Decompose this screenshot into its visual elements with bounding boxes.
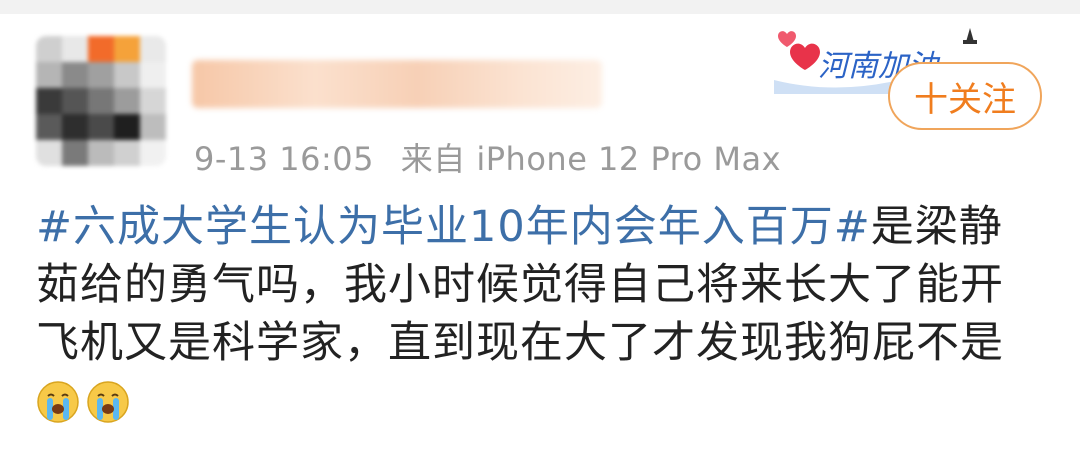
crying-face-icon — [37, 381, 79, 423]
avatar[interactable] — [36, 36, 166, 166]
top-strip — [0, 0, 1080, 14]
post-line-2: 茹给的勇气吗，我小时候觉得自己将来长大了能开 — [36, 260, 1004, 310]
post-line-1-text: 是梁静 — [870, 202, 1003, 252]
crying-face-icon — [87, 381, 129, 423]
follow-button[interactable]: 十关注 — [888, 62, 1042, 130]
post-line-1: #六成大学生认为毕业10年内会年入百万#是梁静 — [36, 198, 1046, 256]
post-line-3: 飞机又是科学家，直到现在大了才发现我狗屁不是 — [36, 318, 1004, 368]
post-body: #六成大学生认为毕业10年内会年入百万#是梁静 茹给的勇气吗，我小时候觉得自己将… — [36, 198, 1046, 424]
post-time: 9-13 16:05 — [194, 140, 375, 178]
post-meta: 9-13 16:05 来自 iPhone 12 Pro Max — [194, 134, 781, 180]
hashtag-link[interactable]: #六成大学生认为毕业10年内会年入百万# — [36, 202, 871, 252]
post-source: 来自 iPhone 12 Pro Max — [400, 140, 782, 178]
username-blurred[interactable] — [192, 60, 602, 108]
emoji-row — [36, 380, 1046, 424]
